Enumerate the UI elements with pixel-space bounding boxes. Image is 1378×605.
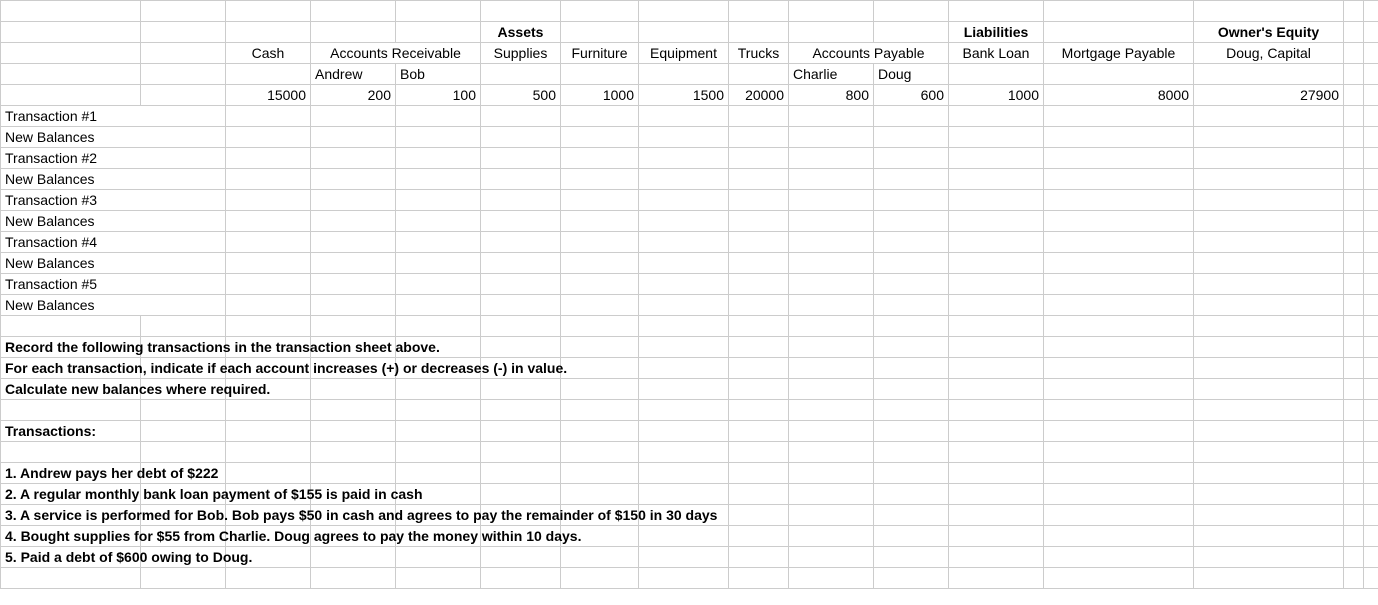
table-row: Transaction #5 [1,274,1378,295]
instruction-line-1: Record the following transactions in the… [1,337,141,358]
section-assets: Assets [481,22,561,43]
table-row: Transaction #1 [1,106,1378,127]
val-mortgage[interactable]: 8000 [1044,85,1194,106]
val-ar-bob[interactable]: 100 [396,85,481,106]
col-capital: Doug, Capital [1194,43,1344,64]
transactions-heading: Transactions: [1,421,141,442]
row-nb1: New Balances [1,127,226,148]
spreadsheet[interactable]: Assets Liabilities Owner's Equity Cash A… [0,0,1378,589]
table-row: Transaction #4 [1,232,1378,253]
val-cash[interactable]: 15000 [226,85,311,106]
sub-andrew: Andrew [311,64,396,85]
transaction-item-4: 4. Bought supplies for $55 from Charlie.… [1,526,141,547]
table-row: 3. A service is performed for Bob. Bob p… [1,505,1378,526]
row-t2: Transaction #2 [1,148,226,169]
col-equipment: Equipment [639,43,729,64]
table-row [1,442,1378,463]
table-row: Calculate new balances where required. [1,379,1378,400]
table-row: For each transaction, indicate if each a… [1,358,1378,379]
sub-bob: Bob [396,64,481,85]
val-ap-doug[interactable]: 600 [874,85,949,106]
table-row: 4. Bought supplies for $55 from Charlie.… [1,526,1378,547]
table-row: Transaction #2 [1,148,1378,169]
table-row: Record the following transactions in the… [1,337,1378,358]
transaction-item-1: 1. Andrew pays her debt of $222 [1,463,141,484]
val-trucks[interactable]: 20000 [729,85,789,106]
col-supplies: Supplies [481,43,561,64]
instruction-line-3: Calculate new balances where required. [1,379,141,400]
col-furniture: Furniture [561,43,639,64]
table-row [1,316,1378,337]
val-capital[interactable]: 27900 [1194,85,1344,106]
table-row: Transaction #3 [1,190,1378,211]
table-row [1,400,1378,421]
table-row: 5. Paid a debt of $600 owing to Doug. [1,547,1378,568]
table-row: Cash Accounts Receivable Supplies Furnit… [1,43,1378,64]
table-row [1,568,1378,589]
table-row: New Balances [1,295,1378,316]
section-liabilities: Liabilities [949,22,1044,43]
col-mortgage: Mortgage Payable [1044,43,1194,64]
val-bank-loan[interactable]: 1000 [949,85,1044,106]
col-trucks: Trucks [729,43,789,64]
table-row: 1. Andrew pays her debt of $222 [1,463,1378,484]
table-row: New Balances [1,169,1378,190]
transaction-item-3: 3. A service is performed for Bob. Bob p… [1,505,141,526]
val-supplies[interactable]: 500 [481,85,561,106]
table-row: 15000 200 100 500 1000 1500 20000 800 60… [1,85,1378,106]
section-owners-equity: Owner's Equity [1194,22,1344,43]
table-row: 2. A regular monthly bank loan payment o… [1,484,1378,505]
col-ap: Accounts Payable [789,43,949,64]
row-nb4: New Balances [1,253,226,274]
row-nb3: New Balances [1,211,226,232]
sub-charlie: Charlie [789,64,874,85]
row-nb5: New Balances [1,295,226,316]
row-t3: Transaction #3 [1,190,226,211]
row-t4: Transaction #4 [1,232,226,253]
table-row: New Balances [1,127,1378,148]
table-row: Assets Liabilities Owner's Equity [1,22,1378,43]
col-bank-loan: Bank Loan [949,43,1044,64]
table-row: New Balances [1,253,1378,274]
transaction-item-5: 5. Paid a debt of $600 owing to Doug. [1,547,141,568]
instruction-line-2: For each transaction, indicate if each a… [1,358,141,379]
col-ar: Accounts Receivable [311,43,481,64]
col-cash: Cash [226,43,311,64]
transaction-item-2: 2. A regular monthly bank loan payment o… [1,484,141,505]
sub-doug: Doug [874,64,949,85]
table-row: Transactions: [1,421,1378,442]
table-row: New Balances [1,211,1378,232]
val-ap-charlie[interactable]: 800 [789,85,874,106]
val-furniture[interactable]: 1000 [561,85,639,106]
val-equipment[interactable]: 1500 [639,85,729,106]
row-t5: Transaction #5 [1,274,226,295]
table-row [1,1,1378,22]
table-row: Andrew Bob Charlie Doug [1,64,1378,85]
row-t1: Transaction #1 [1,106,226,127]
val-ar-andrew[interactable]: 200 [311,85,396,106]
row-nb2: New Balances [1,169,226,190]
